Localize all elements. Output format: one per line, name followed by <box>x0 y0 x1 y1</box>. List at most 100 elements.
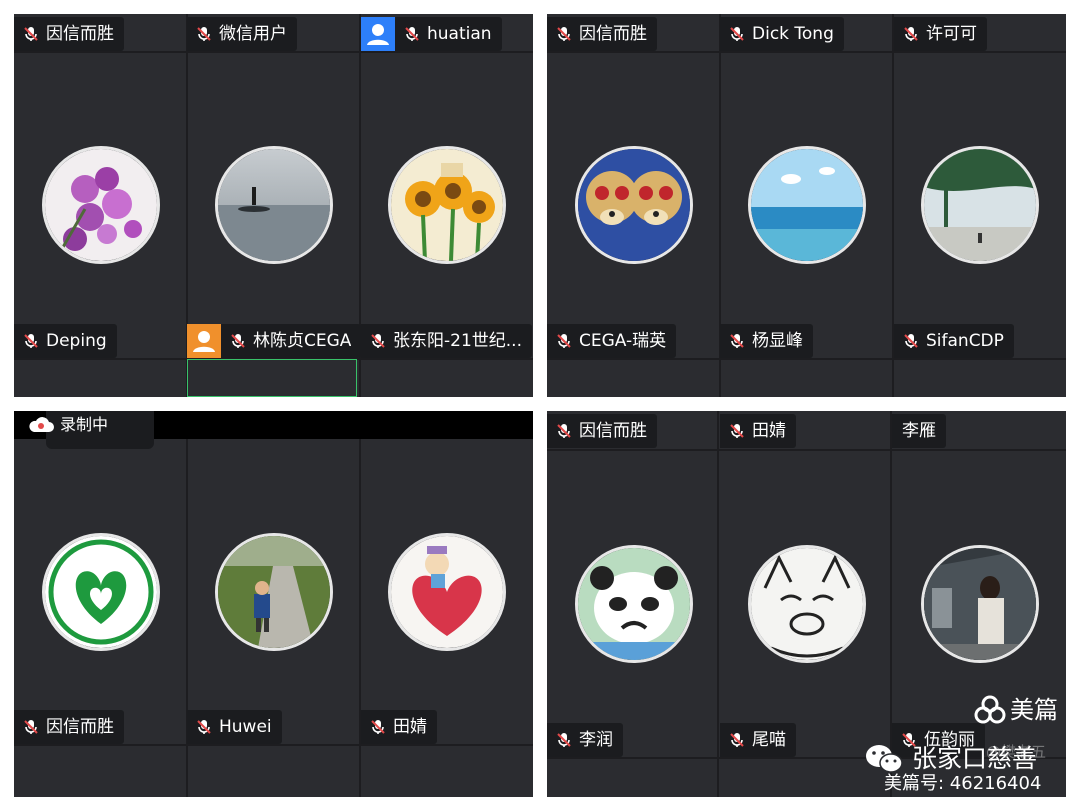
participant-tag-top[interactable]: 因信而胜 <box>547 17 657 51</box>
watermark-account-id: 美篇号: 46216404 <box>884 773 1042 794</box>
participant-tag-bottom[interactable]: 杨显峰 <box>720 324 813 358</box>
active-speaker-outline <box>187 359 357 397</box>
orchid-image <box>45 149 157 261</box>
mic-muted-icon <box>405 27 419 41</box>
row-divider <box>14 744 533 746</box>
mic-muted-icon <box>557 424 571 438</box>
participant-name: 田婧 <box>393 717 427 737</box>
mic-muted-icon <box>904 334 918 348</box>
participant-name: SifanCDP <box>926 331 1004 351</box>
sea-image <box>751 149 863 261</box>
recording-bar: 录制中 <box>14 411 533 449</box>
mic-muted-icon <box>24 334 38 348</box>
participant-avatar-logo[interactable] <box>42 533 160 651</box>
participant-avatar-child-path[interactable] <box>215 533 333 651</box>
mic-muted-icon <box>557 733 571 747</box>
participant-name: 尾喵 <box>752 730 786 750</box>
participant-avatar-tree-road[interactable] <box>921 146 1039 264</box>
participant-avatar-sunflowers[interactable] <box>388 146 506 264</box>
charity-logo-image <box>45 536 157 648</box>
user-badge-icon <box>187 324 221 358</box>
meeting-panel-3: 录制中 因信而胜 Huwei 田婧 <box>14 411 533 797</box>
participant-avatar-tunnel-girl[interactable] <box>921 545 1039 663</box>
participant-name: 林陈贞CEGA <box>253 331 352 351</box>
participant-tag-top-unmuted[interactable]: 李雁 <box>892 414 946 448</box>
participant-tag-top[interactable]: 微信用户 <box>187 17 297 51</box>
participant-avatar-meme-sketch[interactable] <box>748 545 866 663</box>
participant-tag-top[interactable]: huatian <box>395 17 502 51</box>
wechat-icon <box>866 745 903 773</box>
participant-tag-top[interactable]: 田婧 <box>720 414 796 448</box>
participant-avatar-meme-panda[interactable] <box>575 545 693 663</box>
row-divider <box>547 449 1066 451</box>
tile-divider <box>717 411 719 797</box>
meipian-logo-icon <box>974 695 1006 724</box>
participant-name: 因信而胜 <box>46 24 114 44</box>
meme-panda-image <box>578 548 690 660</box>
mic-muted-icon <box>904 27 918 41</box>
lake-image <box>218 149 330 261</box>
participant-tag-bottom[interactable]: 林陈贞CEGA <box>221 324 362 358</box>
mic-muted-icon <box>24 27 38 41</box>
participant-name: CEGA-瑞英 <box>579 331 667 351</box>
participant-tag-bottom[interactable]: CEGA-瑞英 <box>547 324 677 358</box>
participant-name: 李雁 <box>902 421 936 441</box>
mic-muted-icon <box>24 720 38 734</box>
participant-avatar-sea[interactable] <box>748 146 866 264</box>
row-divider <box>547 51 1066 53</box>
participant-name: 微信用户 <box>219 24 287 44</box>
participant-tag-bottom[interactable]: Deping <box>14 324 117 358</box>
participant-name: 杨显峰 <box>752 331 803 351</box>
participant-tag-bottom[interactable]: 因信而胜 <box>14 710 124 744</box>
participant-name: 李润 <box>579 730 613 750</box>
sunflowers-image <box>391 149 503 261</box>
cloud-recording-icon <box>29 417 54 432</box>
tree-road-image <box>924 149 1036 261</box>
participant-tag-top[interactable]: 因信而胜 <box>547 414 657 448</box>
mic-muted-icon <box>231 334 245 348</box>
participant-name: 因信而胜 <box>579 24 647 44</box>
participant-tag-bottom[interactable]: 张东阳-21世纪... <box>361 324 532 358</box>
participant-tag-top[interactable]: 许可可 <box>894 17 987 51</box>
meme-sketch-image <box>751 548 863 660</box>
participant-name: Huwei <box>219 717 272 737</box>
row-divider <box>547 358 1066 360</box>
heart-drawing-image <box>391 536 503 648</box>
participant-name: 张东阳-21世纪... <box>393 331 522 351</box>
participant-name: 许可可 <box>926 24 977 44</box>
participant-tag-bottom[interactable]: SifanCDP <box>894 324 1014 358</box>
participant-tag-bottom[interactable]: 尾喵 <box>720 723 796 757</box>
participant-name: 因信而胜 <box>579 421 647 441</box>
child-path-image <box>218 536 330 648</box>
participant-avatar-heart-drawing[interactable] <box>388 533 506 651</box>
meeting-panel-2: 因信而胜 Dick Tong 许可可 CEGA-瑞英 杨显峰 SifanCDP <box>547 14 1066 397</box>
mic-muted-icon <box>197 27 211 41</box>
meeting-panel-4: 因信而胜 田婧 李雁 李润 尾喵 伍韵丽 <box>547 411 1066 797</box>
participant-tag-top[interactable]: 因信而胜 <box>14 17 124 51</box>
meipian-brand: 美篇 <box>1010 696 1058 724</box>
participant-avatar-orchid[interactable] <box>42 146 160 264</box>
tunnel-girl-image <box>924 548 1036 660</box>
user-badge-icon <box>361 17 395 51</box>
participant-name: huatian <box>427 24 492 44</box>
mic-muted-icon <box>730 424 744 438</box>
participant-name: Deping <box>46 331 107 351</box>
participant-tag-bottom[interactable]: 李润 <box>547 723 623 757</box>
mic-muted-icon <box>197 720 211 734</box>
participant-name: Dick Tong <box>752 24 834 44</box>
mic-muted-icon <box>557 27 571 41</box>
mic-muted-icon <box>371 334 385 348</box>
mic-muted-icon <box>730 733 744 747</box>
participant-tag-bottom[interactable]: Huwei <box>187 710 282 744</box>
mic-muted-icon <box>730 334 744 348</box>
mic-muted-icon <box>557 334 571 348</box>
recording-label: 录制中 <box>60 415 109 434</box>
mic-muted-icon <box>730 27 744 41</box>
participant-avatar-lake[interactable] <box>215 146 333 264</box>
row-divider <box>14 51 533 53</box>
participant-avatar-plush-dogs[interactable] <box>575 146 693 264</box>
participant-tag-top[interactable]: Dick Tong <box>720 17 844 51</box>
participant-name: 田婧 <box>752 421 786 441</box>
participant-name: 因信而胜 <box>46 717 114 737</box>
participant-tag-bottom[interactable]: 田婧 <box>361 710 437 744</box>
